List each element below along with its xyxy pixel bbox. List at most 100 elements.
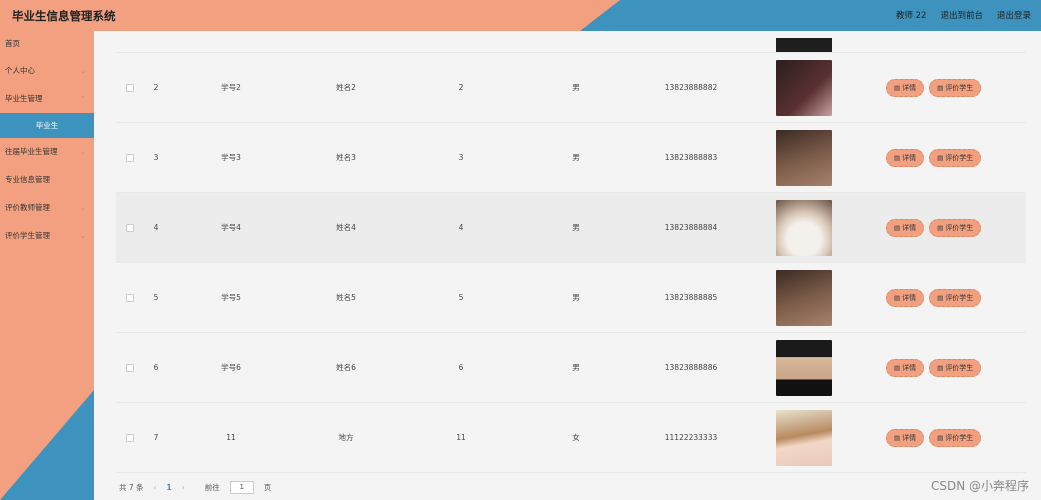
student-number: 学号4 (221, 223, 241, 232)
front-link[interactable]: 退出到前台 (940, 9, 983, 21)
sidebar-item-past-graduates[interactable]: 往届毕业生管理 ⌄ (0, 138, 94, 166)
sidebar-item-label: 评价学生管理 (5, 231, 50, 240)
table-row: 6 学号6 姓名6 6 男 13823888886 ▤ 详情 ▤ 评价学生 (116, 333, 1026, 403)
student-photo (776, 333, 832, 402)
total-count: 共 7 条 (119, 483, 144, 492)
student-gender: 男 (572, 223, 580, 232)
detail-button[interactable]: ▤ 详情 (886, 288, 925, 307)
table-row: 5 学号5 姓名5 5 男 13823888885 ▤ 详情 ▤ 评价学生 (116, 263, 1026, 333)
detail-button[interactable]: ▤ 详情 (886, 78, 925, 97)
sidebar-item-graduate-management[interactable]: 毕业生管理 ⌃ (0, 85, 94, 113)
sidebar-item-major-info[interactable]: 专业信息管理 (0, 166, 94, 194)
prev-page-icon[interactable]: ‹ (154, 483, 157, 492)
sidebar-item-label: 评价教师管理 (5, 203, 50, 212)
row-actions: ▤ 详情 ▤ 评价学生 (881, 263, 1001, 332)
sidebar-item-personal-center[interactable]: 个人中心 ⌄ (0, 57, 94, 85)
page-suffix: 页 (263, 483, 272, 492)
logout-link[interactable]: 退出登录 (997, 9, 1031, 21)
photo-thumbnail (776, 409, 832, 466)
row-checkbox[interactable] (126, 83, 134, 92)
row-checkbox-cell[interactable] (124, 123, 136, 192)
detail-button[interactable]: ▤ 详情 (886, 148, 925, 167)
header-slant (580, 0, 620, 31)
document-icon: ▤ (937, 363, 944, 372)
chevron-down-icon: ⌄ (80, 204, 86, 212)
chevron-down-icon: ⌄ (80, 148, 86, 156)
sidebar-item-teacher-evaluation[interactable]: 评价教师管理 ⌄ (0, 194, 94, 222)
student-field: 2 (458, 83, 464, 92)
student-phone: 11122233333 (664, 433, 718, 442)
row-checkbox[interactable] (126, 223, 134, 232)
goto-page-input[interactable]: 1 (229, 481, 254, 494)
photo-thumbnail (776, 199, 832, 256)
top-header: 毕业生信息管理系统 教师 22 退出到前台 退出登录 (0, 0, 1041, 31)
student-phone: 13823888882 (664, 83, 718, 92)
chevron-down-icon: ⌄ (80, 67, 86, 75)
student-name: 姓名4 (336, 223, 356, 232)
document-icon: ▤ (937, 83, 944, 92)
row-checkbox-cell[interactable] (124, 403, 136, 472)
student-phone: 13823888883 (664, 153, 718, 162)
sidebar: 首页 个人中心 ⌄ 毕业生管理 ⌃ 毕业生 往届毕业生管理 ⌄ 专业信息管理 评价教师… (0, 31, 94, 500)
row-index: 3 (153, 153, 159, 162)
row-index: 7 (153, 433, 159, 442)
student-field: 5 (458, 293, 464, 302)
student-field: 3 (458, 153, 464, 162)
student-gender: 女 (572, 433, 580, 442)
row-checkbox-cell[interactable] (124, 53, 136, 122)
document-icon: ▤ (894, 153, 901, 162)
row-checkbox[interactable] (126, 153, 134, 162)
next-page-icon[interactable]: › (182, 483, 185, 492)
document-icon: ▤ (937, 153, 944, 162)
document-icon: ▤ (894, 293, 901, 302)
student-table: 2 学号2 姓名2 2 男 13823888882 ▤ 详情 ▤ 评价学生 3 学号… (116, 31, 1026, 473)
evaluate-student-button[interactable]: ▤ 评价学生 (929, 218, 982, 237)
row-checkbox[interactable] (126, 433, 134, 442)
evaluate-student-button[interactable]: ▤ 评价学生 (929, 148, 982, 167)
sidebar-item-graduate[interactable]: 毕业生 (0, 113, 94, 138)
row-checkbox-cell[interactable] (124, 193, 136, 262)
detail-button[interactable]: ▤ 详情 (886, 428, 925, 447)
student-gender: 男 (572, 293, 580, 302)
evaluate-student-button[interactable]: ▤ 评价学生 (929, 428, 982, 447)
student-name: 姓名3 (336, 153, 356, 162)
table-row: 7 11 地方 11 女 11122233333 ▤ 详情 ▤ 评价学生 (116, 403, 1026, 473)
document-icon: ▤ (894, 433, 901, 442)
row-index: 2 (153, 83, 159, 92)
sidebar-item-label: 往届毕业生管理 (5, 147, 58, 156)
sidebar-item-student-evaluation[interactable]: 评价学生管理 ⌄ (0, 222, 94, 250)
row-actions: ▤ 详情 ▤ 评价学生 (881, 333, 1001, 402)
student-photo (776, 123, 832, 192)
sidebar-item-label: 专业信息管理 (5, 175, 50, 184)
detail-button[interactable]: ▤ 详情 (886, 358, 925, 377)
student-gender: 男 (572, 363, 580, 372)
student-photo (776, 263, 832, 332)
sidebar-item-home[interactable]: 首页 (0, 31, 94, 57)
table-row (116, 31, 1026, 53)
student-name: 姓名6 (336, 363, 356, 372)
sidebar-item-label: 首页 (5, 39, 20, 48)
table-row: 4 学号4 姓名4 4 男 13823888884 ▤ 详情 ▤ 评价学生 (116, 193, 1026, 263)
page-number-current[interactable]: 1 (167, 483, 172, 492)
photo-thumbnail (776, 38, 832, 52)
detail-button[interactable]: ▤ 详情 (886, 218, 925, 237)
student-number: 学号5 (221, 293, 241, 302)
main-content: 2 学号2 姓名2 2 男 13823888882 ▤ 详情 ▤ 评价学生 3 学号… (94, 31, 1041, 500)
row-checkbox[interactable] (126, 293, 134, 302)
pagination: 共 7 条 ‹ 1 › 前往 1 页 (119, 481, 271, 494)
row-index: 6 (153, 363, 159, 372)
evaluate-student-button[interactable]: ▤ 评价学生 (929, 78, 982, 97)
photo-thumbnail (776, 129, 832, 186)
row-checkbox-cell[interactable] (124, 263, 136, 332)
student-name: 姓名5 (336, 293, 356, 302)
row-checkbox-cell[interactable] (124, 333, 136, 402)
evaluate-student-button[interactable]: ▤ 评价学生 (929, 288, 982, 307)
document-icon: ▤ (937, 223, 944, 232)
document-icon: ▤ (937, 433, 944, 442)
row-actions: ▤ 详情 ▤ 评价学生 (881, 53, 1001, 122)
app-title: 毕业生信息管理系统 (12, 9, 116, 23)
row-index: 4 (153, 223, 159, 232)
row-checkbox[interactable] (126, 363, 134, 372)
evaluate-student-button[interactable]: ▤ 评价学生 (929, 358, 982, 377)
document-icon: ▤ (894, 363, 901, 372)
